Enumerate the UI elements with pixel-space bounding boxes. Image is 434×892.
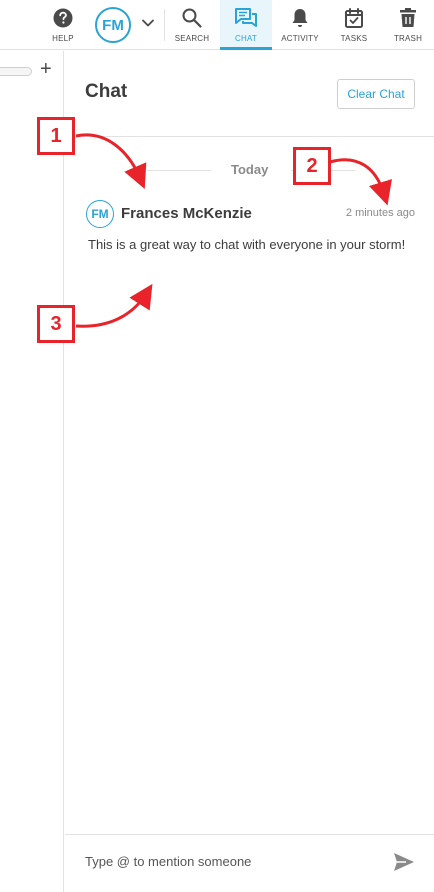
send-icon[interactable] bbox=[392, 851, 416, 873]
callout-2: 2 bbox=[293, 147, 331, 185]
chat-title: Chat bbox=[85, 81, 128, 102]
callout-3: 3 bbox=[37, 305, 75, 343]
message-text: This is a great way to chat with everyon… bbox=[88, 237, 406, 252]
help-icon bbox=[50, 5, 76, 31]
chat-label: CHAT bbox=[235, 34, 257, 43]
message-input[interactable] bbox=[85, 849, 385, 873]
clear-chat-button[interactable]: Clear Chat bbox=[337, 79, 415, 109]
date-separator: Today bbox=[65, 160, 434, 180]
chevron-down-icon[interactable] bbox=[140, 15, 156, 31]
trash-button[interactable]: TRASH bbox=[388, 0, 428, 50]
help-button[interactable]: HELP bbox=[46, 0, 80, 50]
search-icon bbox=[179, 5, 205, 31]
left-sidebar: + bbox=[0, 51, 64, 892]
message-avatar[interactable]: FM bbox=[86, 200, 114, 228]
trash-label: TRASH bbox=[393, 34, 423, 43]
search-button[interactable]: SEARCH bbox=[172, 0, 212, 50]
search-label: SEARCH bbox=[174, 34, 210, 43]
tasks-label: TASKS bbox=[340, 34, 368, 43]
toolbar-divider bbox=[164, 9, 165, 41]
chat-icon bbox=[233, 5, 259, 31]
add-icon[interactable]: + bbox=[40, 59, 52, 79]
trash-icon bbox=[395, 5, 421, 31]
top-toolbar: HELP FM SEARCH CHAT ACTIVITY TASKS TRASH bbox=[0, 0, 434, 50]
sidebar-scroll-track[interactable] bbox=[0, 67, 32, 76]
activity-button[interactable]: ACTIVITY bbox=[278, 0, 322, 50]
message-author: Frances McKenzie bbox=[121, 205, 252, 222]
callout-1: 1 bbox=[37, 117, 75, 155]
message-timestamp: 2 minutes ago bbox=[345, 207, 415, 219]
callout-arrow-3 bbox=[75, 283, 153, 328]
user-avatar[interactable]: FM bbox=[95, 7, 131, 43]
tab-chat[interactable]: CHAT bbox=[220, 0, 272, 50]
message-composer bbox=[65, 834, 434, 892]
activity-label: ACTIVITY bbox=[281, 34, 319, 43]
separator-line-left bbox=[147, 170, 211, 171]
date-separator-label: Today bbox=[231, 162, 269, 177]
help-label: HELP bbox=[52, 34, 74, 43]
bell-icon bbox=[287, 5, 313, 31]
tasks-button[interactable]: TASKS bbox=[335, 0, 373, 50]
calendar-check-icon bbox=[341, 5, 367, 31]
chat-header: Chat Clear Chat bbox=[65, 51, 434, 137]
